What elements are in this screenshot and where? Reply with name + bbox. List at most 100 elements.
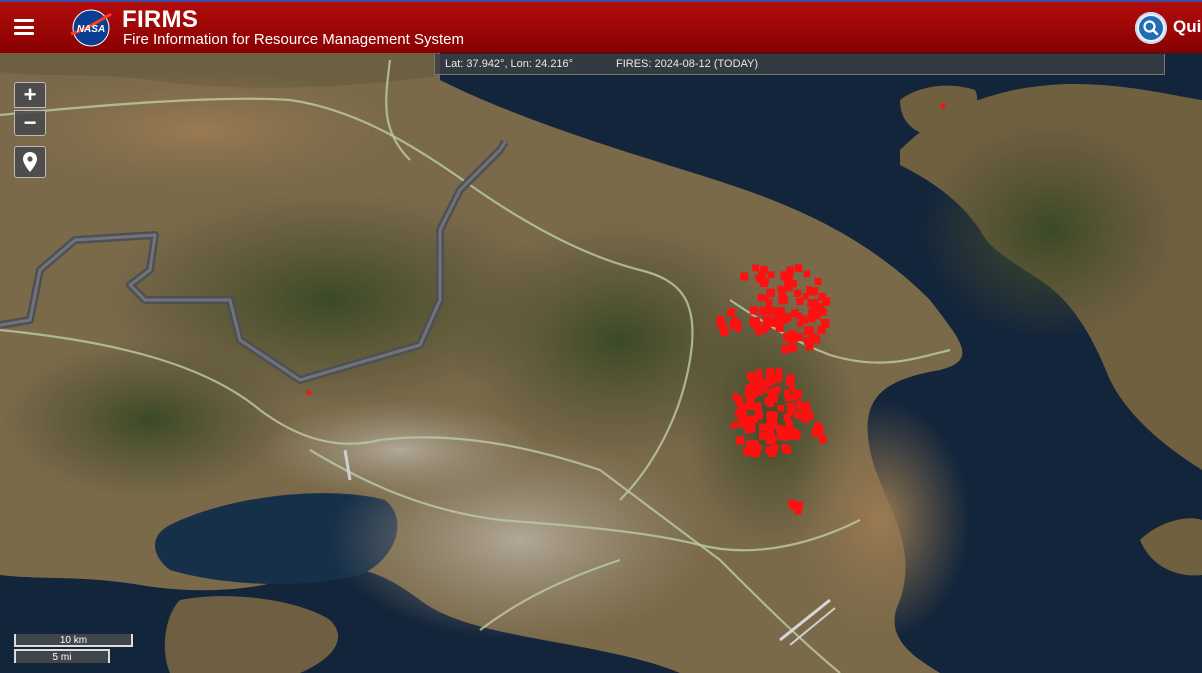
fire-hotspot[interactable] [776, 431, 785, 440]
fire-hotspot[interactable] [737, 403, 746, 413]
fire-hotspot[interactable] [770, 444, 779, 453]
fire-hotspot[interactable] [755, 379, 762, 386]
fire-hotspot[interactable] [756, 413, 763, 420]
fire-hotspot[interactable] [727, 308, 736, 317]
fire-hotspot[interactable] [740, 272, 749, 281]
fire-hotspot[interactable] [811, 287, 819, 295]
fire-hotspot[interactable] [759, 431, 767, 440]
fire-hotspot[interactable] [306, 390, 312, 396]
fire-hotspot[interactable] [756, 369, 763, 376]
fire-hotspot[interactable] [818, 293, 826, 301]
fire-hotspot[interactable] [780, 271, 790, 281]
fire-hotspot[interactable] [771, 396, 778, 403]
fire-hotspot[interactable] [720, 328, 729, 336]
fire-hotspot[interactable] [735, 411, 742, 418]
status-bar: Lat: 37.942°, Lon: 24.216° FIRES: 2024-0… [434, 54, 1165, 75]
fire-hotspot[interactable] [755, 274, 762, 282]
fire-hotspot[interactable] [803, 403, 811, 410]
fire-hotspot[interactable] [813, 298, 820, 305]
fire-hotspot[interactable] [765, 435, 775, 445]
menu-icon[interactable] [14, 19, 34, 35]
fire-hotspot[interactable] [796, 297, 804, 305]
fire-hotspot[interactable] [817, 304, 825, 312]
fire-hotspot[interactable] [768, 410, 776, 418]
fire-hotspot[interactable] [746, 415, 755, 425]
fire-hotspot[interactable] [754, 387, 763, 396]
fire-hotspot[interactable] [770, 387, 779, 396]
zoom-out-button[interactable]: − [14, 110, 46, 136]
fire-hotspot[interactable] [940, 103, 946, 109]
fire-hotspot[interactable] [820, 319, 830, 328]
locate-button[interactable] [14, 146, 46, 178]
fire-hotspot[interactable] [791, 430, 801, 440]
fire-hotspot[interactable] [755, 327, 763, 335]
fires-date[interactable]: FIRES: 2024-08-12 (TODAY) [616, 54, 758, 74]
satellite-map[interactable] [0, 0, 1202, 673]
fire-hotspot[interactable] [814, 312, 821, 320]
fire-hotspot[interactable] [775, 310, 785, 319]
fire-hotspot[interactable] [786, 377, 795, 386]
fire-hotspot[interactable] [759, 423, 768, 432]
fire-hotspot[interactable] [746, 440, 754, 448]
fire-hotspot[interactable] [790, 503, 798, 511]
fire-hotspot[interactable] [731, 319, 739, 326]
fire-hotspot[interactable] [736, 436, 745, 445]
fire-hotspot[interactable] [767, 307, 776, 315]
fire-hotspot[interactable] [743, 447, 752, 456]
fire-hotspot[interactable] [790, 345, 797, 352]
search-button[interactable] [1135, 12, 1167, 44]
fire-hotspot[interactable] [805, 412, 814, 420]
fire-hotspot[interactable] [730, 422, 738, 429]
fire-hotspot[interactable] [757, 294, 765, 302]
header-bar: NASA FIRMS Fire Information for Resource… [0, 0, 1202, 53]
fire-hotspot[interactable] [801, 317, 809, 324]
fire-hotspot[interactable] [773, 373, 783, 383]
fire-hotspot[interactable] [777, 404, 785, 412]
fire-hotspot[interactable] [790, 334, 797, 341]
fire-hotspot[interactable] [781, 344, 791, 354]
svg-text:NASA: NASA [77, 24, 105, 35]
fire-hotspot[interactable] [782, 332, 790, 340]
fire-hotspot[interactable] [775, 323, 784, 332]
fire-hotspot[interactable] [776, 368, 783, 375]
fire-hotspot[interactable] [781, 444, 789, 452]
fire-hotspot[interactable] [803, 270, 811, 278]
fire-hotspot[interactable] [814, 427, 824, 436]
fire-hotspot[interactable] [751, 448, 761, 458]
fire-hotspot[interactable] [740, 417, 748, 425]
fire-hotspot[interactable] [735, 396, 744, 405]
fire-hotspot[interactable] [789, 385, 795, 392]
zoom-in-button[interactable]: + [14, 82, 46, 108]
fire-hotspot[interactable] [805, 342, 814, 351]
fire-hotspot[interactable] [766, 368, 775, 377]
fire-hotspot[interactable] [762, 322, 771, 331]
fire-hotspot[interactable] [787, 409, 794, 416]
fire-hotspot[interactable] [784, 394, 792, 402]
fire-hotspot[interactable] [745, 401, 754, 410]
fire-hotspot[interactable] [808, 333, 817, 342]
quick-search-label[interactable]: Quic [1173, 17, 1202, 37]
fire-hotspot[interactable] [818, 435, 827, 444]
location-pin-icon [23, 152, 37, 172]
fire-hotspot[interactable] [752, 264, 760, 272]
fire-hotspot[interactable] [766, 288, 775, 297]
fire-hotspot[interactable] [794, 289, 802, 297]
nasa-logo: NASA [70, 9, 112, 47]
fire-hotspot[interactable] [767, 271, 775, 278]
fire-hotspot[interactable] [806, 326, 814, 334]
fire-hotspot[interactable] [783, 313, 791, 320]
fire-hotspot[interactable] [716, 320, 726, 329]
fire-hotspot[interactable] [791, 394, 798, 401]
fire-hotspot[interactable] [778, 297, 786, 305]
fire-hotspot[interactable] [779, 290, 787, 297]
fire-hotspot[interactable] [744, 425, 753, 434]
fire-hotspot[interactable] [749, 306, 758, 315]
fire-hotspot[interactable] [771, 422, 779, 430]
fire-hotspot[interactable] [735, 325, 742, 332]
fire-hotspot[interactable] [794, 264, 803, 272]
fire-hotspot[interactable] [745, 384, 753, 391]
fire-hotspot[interactable] [767, 430, 774, 437]
fire-hotspot[interactable] [760, 266, 768, 274]
fire-hotspot[interactable] [818, 327, 826, 335]
fire-hotspot[interactable] [814, 277, 822, 285]
